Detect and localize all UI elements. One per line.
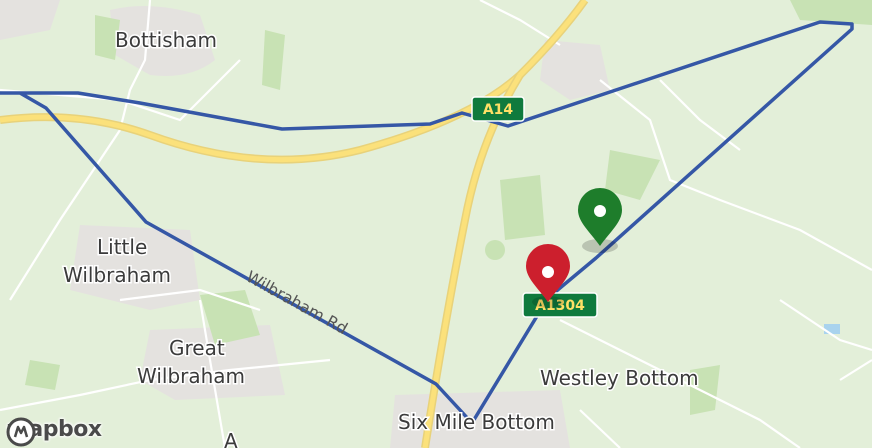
woodland-patch: [25, 360, 60, 390]
place-bottisham: Bottisham: [115, 28, 217, 52]
water-body: [824, 324, 840, 334]
place-great-wilbraham-line2: Wilbraham: [137, 364, 245, 388]
map-view[interactable]: A14 A1304 Wilbraham Rd Bottisham Little …: [0, 0, 872, 448]
woodland-patch: [500, 175, 545, 240]
place-great-wilbraham-line1: Great: [169, 336, 225, 360]
woodland-patch: [485, 240, 505, 260]
place-westley-bottom: Westley Bottom: [540, 366, 699, 390]
end-marker-dot: [542, 266, 554, 278]
a14-shield-label: A14: [483, 102, 514, 118]
start-marker-dot: [594, 205, 606, 217]
start-marker[interactable]: [578, 188, 622, 253]
mapbox-logo-icon: [6, 417, 36, 447]
place-six-mile-bottom: Six Mile Bottom: [398, 410, 555, 434]
map-canvas: A14 A1304 Wilbraham Rd Bottisham Little …: [0, 0, 872, 448]
a14-shield: A14: [471, 96, 525, 122]
place-little-wilbraham-line1: Little: [97, 235, 147, 259]
place-partial-label: A: [224, 429, 238, 448]
mapbox-logo[interactable]: mapbox: [6, 417, 102, 447]
place-little-wilbraham-line2: Wilbraham: [63, 263, 171, 287]
